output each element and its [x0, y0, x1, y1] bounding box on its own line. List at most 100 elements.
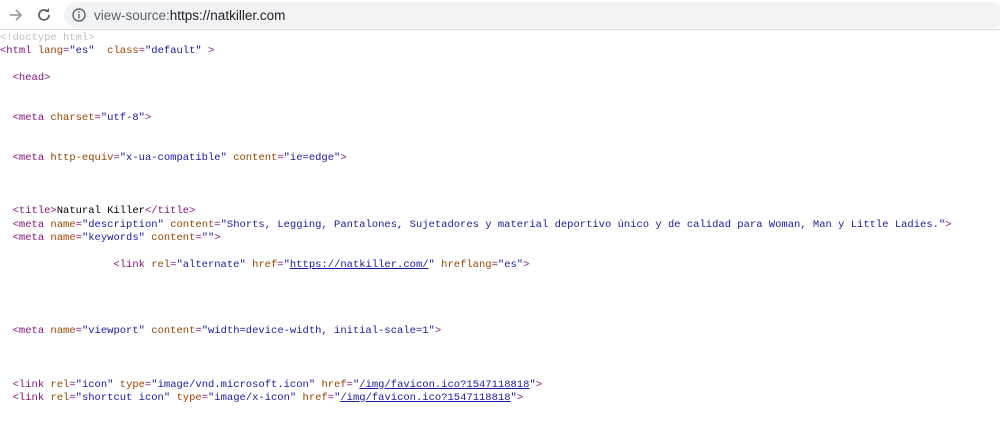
- attribute-name: content: [151, 231, 196, 244]
- text-content: [0, 152, 13, 164]
- html-tag: >: [340, 151, 347, 164]
- source-line: [0, 99, 1000, 112]
- attribute-value: "x-ua-compatible": [119, 151, 227, 164]
- html-tag: <head>: [12, 71, 51, 84]
- source-line: [0, 299, 1000, 312]
- attribute-name: lang: [37, 45, 64, 58]
- text-content: [95, 45, 108, 57]
- source-link[interactable]: https://natkiller.com/: [290, 259, 429, 271]
- text-content: [0, 205, 13, 217]
- attribute-value: "default": [145, 45, 202, 58]
- html-tag: >: [523, 258, 530, 271]
- attribute-name: type: [176, 391, 202, 404]
- attribute-value: "alternate": [176, 258, 246, 271]
- source-line: <meta charset="utf-8">: [0, 112, 1000, 125]
- forward-button[interactable]: [5, 4, 27, 26]
- html-tag: >: [201, 45, 215, 58]
- attribute-value: "image/vnd.microsoft.icon": [151, 378, 316, 391]
- source-line: <meta name="viewport" content="width=dev…: [0, 325, 1000, 338]
- html-tag: <meta: [12, 231, 51, 244]
- text-content: [0, 232, 13, 244]
- attribute-name: content: [170, 218, 215, 231]
- text-content: [0, 392, 13, 404]
- html-tag: <link: [12, 378, 51, 391]
- source-line: <head>: [0, 72, 1000, 85]
- attribute-name: content: [233, 151, 278, 164]
- reload-icon: [38, 8, 50, 21]
- html-tag: >: [214, 231, 221, 244]
- source-line: [0, 352, 1000, 365]
- source-line: <meta name="description" content="Shorts…: [0, 219, 1000, 232]
- url-text[interactable]: view-source:https://natkiller.com: [94, 8, 285, 23]
- source-link[interactable]: /img/favicon.ico?1547118818: [359, 379, 529, 391]
- text-content: [0, 325, 13, 337]
- attribute-name: href: [302, 391, 328, 404]
- attribute-value: "utf-8": [100, 111, 145, 124]
- source-line: [0, 272, 1000, 285]
- source-line: <link rel="alternate" href="https://natk…: [0, 259, 1000, 272]
- attribute-name: hreflang: [441, 258, 492, 271]
- page-source-view: <!doctype html> <html lang="es" class="de…: [0, 30, 1000, 405]
- html-tag: >: [434, 325, 442, 338]
- html-tag: <link: [113, 258, 152, 271]
- source-line: [0, 165, 1000, 178]
- attribute-name: type: [119, 378, 145, 391]
- html-tag: </title>: [144, 205, 196, 218]
- text-content: [0, 379, 13, 391]
- source-line: [0, 139, 1000, 152]
- attribute-name: name: [50, 325, 76, 338]
- source-line: [0, 339, 1000, 352]
- attribute-name: name: [50, 218, 76, 231]
- attribute-value: "image/x-icon": [208, 391, 297, 404]
- source-line: <link rel="shortcut icon" type="image/x-…: [0, 392, 1000, 405]
- attribute-value: "": [201, 231, 215, 244]
- source-line: <link rel="icon" type="image/vnd.microso…: [0, 379, 1000, 392]
- source-link[interactable]: /img/favicon.ico?1547118818: [340, 392, 510, 404]
- attribute-value: "es": [497, 258, 524, 271]
- attribute-name: class: [107, 45, 139, 58]
- attribute-value: "viewport": [81, 325, 145, 338]
- text-content: [0, 112, 13, 124]
- text-content: [0, 72, 13, 84]
- html-tag: >: [144, 111, 152, 124]
- reload-button[interactable]: [33, 4, 55, 26]
- browser-toolbar: view-source:https://natkiller.com: [0, 0, 1000, 30]
- url-host: https://natkiller.com: [169, 7, 286, 23]
- html-tag: <html: [0, 45, 38, 58]
- text-content: Natural Killer: [56, 205, 145, 218]
- url-scheme: view-source:: [94, 7, 170, 23]
- html-tag: <title>: [12, 205, 57, 218]
- attribute-name: rel: [151, 258, 171, 271]
- attribute-value: "ie=edge": [283, 151, 341, 164]
- attribute-value: "Shorts, Legging, Pantalones, Sujetadore…: [220, 218, 946, 231]
- attribute-name: content: [151, 325, 196, 338]
- source-line: <html lang="es" class="default" >: [0, 45, 1000, 58]
- address-bar[interactable]: view-source:https://natkiller.com: [64, 2, 1000, 28]
- source-line: [0, 85, 1000, 98]
- text-content: [0, 259, 113, 271]
- source-line: [0, 192, 1000, 205]
- source-line: <title>Natural Killer</title>: [0, 205, 1000, 218]
- attribute-value: "icon": [75, 378, 114, 391]
- source-line: <meta http-equiv="x-ua-compatible" conte…: [0, 152, 1000, 165]
- text-content: [0, 219, 13, 231]
- source-line: <meta name="keywords" content="">: [0, 232, 1000, 245]
- source-line: [0, 285, 1000, 298]
- attribute-name: charset: [50, 111, 95, 124]
- html-tag: <meta: [12, 218, 51, 231]
- html-tag: >: [516, 391, 524, 404]
- info-icon[interactable]: [72, 8, 86, 22]
- attribute-value: "shortcut icon": [75, 391, 171, 404]
- html-tag: <meta: [12, 325, 51, 338]
- source-line: [0, 179, 1000, 192]
- attribute-value: "width=device-width, initial-scale=1": [201, 325, 435, 338]
- attribute-value: "es": [69, 45, 95, 58]
- attribute-name: href: [252, 258, 278, 271]
- source-line: [0, 59, 1000, 72]
- html-tag: >: [535, 378, 543, 391]
- source-line: <!doctype html>: [0, 32, 1000, 45]
- doctype-comment: <!doctype html>: [0, 32, 95, 44]
- attribute-name: name: [50, 231, 76, 244]
- attribute-name: rel: [50, 391, 70, 404]
- attribute-name: rel: [50, 378, 70, 391]
